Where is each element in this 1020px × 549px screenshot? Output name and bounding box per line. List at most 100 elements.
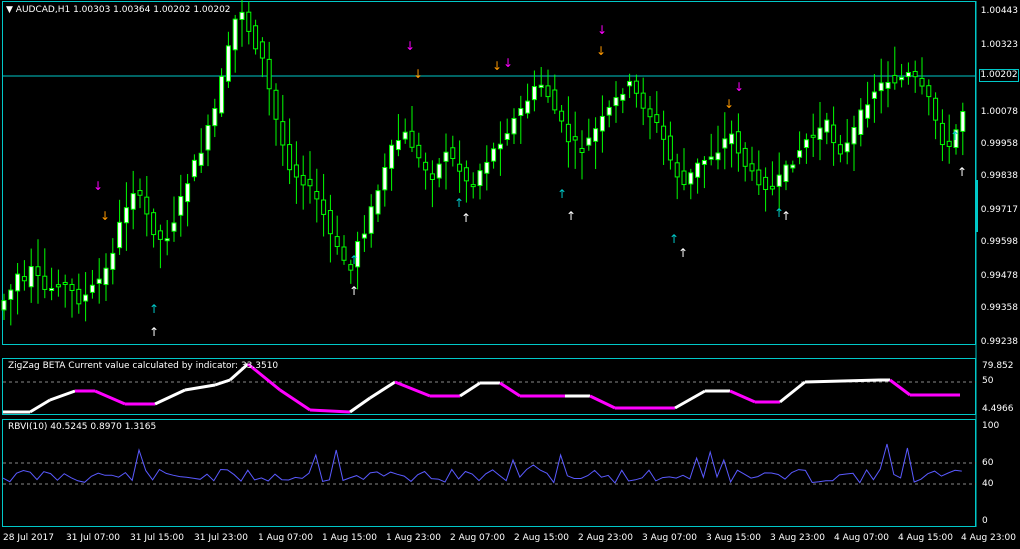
cyan-up-arrow-icon: ↑ [950,129,960,143]
bull-candle [844,142,850,153]
bear-candle [55,284,61,288]
white-up-arrow-icon: ↑ [349,284,359,298]
white-up-arrow-icon: ↑ [149,325,159,339]
bear-candle [756,169,762,186]
bull-candle [164,238,170,242]
bull-candle [225,45,231,82]
dropdown-arrow-icon[interactable]: ▼ [6,5,13,15]
time-tick-label: 1 Aug 15:00 [322,533,377,543]
bear-candle [749,163,755,172]
bull-candle [538,84,544,88]
time-tick-label: 1 Aug 07:00 [258,533,313,543]
zigzag-segment [154,388,186,406]
zigzag-segment [309,408,351,414]
bear-candle [763,176,769,190]
rbvi-title: RBVI(10) 40.5245 0.8970 1.3165 [8,422,157,432]
bull-candle [729,133,735,145]
magenta-down-arrow-icon: ↓ [597,23,607,37]
bear-candle [470,184,476,188]
zigzag-segment [94,389,126,406]
bull-candle [198,152,204,166]
bear-candle [769,185,775,190]
bull-candle [368,206,374,234]
bear-candle [42,275,48,290]
bull-candle [49,288,55,292]
bull-candle [722,138,728,149]
bear-candle [919,77,925,87]
bear-candle [416,144,422,159]
bear-candle [266,58,272,90]
bear-candle [280,121,286,146]
cyan-up-arrow-icon: ↑ [774,206,784,220]
zigzag-segment [394,380,431,398]
bear-candle [300,174,306,186]
bear-candle [457,163,463,172]
bear-candle [837,144,843,155]
bull-candle [504,133,510,140]
bear-candle [926,85,932,98]
price-tick-label: 1.00443 [980,6,1018,16]
bull-candle [776,174,782,187]
bull-candle [89,284,95,293]
rbvi-line [2,443,962,484]
bear-candle [76,288,82,305]
bull-candle [15,273,21,292]
bull-candle [878,82,884,92]
zigzag-segment [499,381,521,398]
price-tick-label: 0.99358 [980,303,1018,313]
bull-candle [219,75,225,114]
chart-canvas[interactable]: ↓↓↓↓↓↓↓↓↓↓↑↑↑ ↑↑↑↑↑↑↑↑↑↑↑ [0,0,1020,549]
bear-candle [429,173,435,180]
bear-candle [831,124,837,144]
bull-candle [599,115,605,132]
price-tick-label: 1.00323 [980,40,1018,50]
bear-candle [674,162,680,178]
zigzag-segment [589,394,616,410]
bull-candle [824,119,830,133]
zigzag-segment [349,396,371,414]
time-tick-label: 2 Aug 15:00 [514,533,569,543]
time-tick-label: 31 Jul 07:00 [66,533,120,543]
bear-candle [35,266,41,277]
orange-down-arrow-icon: ↓ [492,59,502,73]
bear-candle [69,284,75,292]
bear-candle [661,125,667,140]
price-tick-label: 0.99598 [980,237,1018,247]
bear-candle [579,147,585,154]
white-up-arrow-icon: ↑ [566,209,576,223]
bull-candle [960,111,966,132]
bull-candle [443,151,449,162]
chart-title: ▼ AUDCAD,H1 1.00303 1.00364 1.00202 1.00… [6,5,231,15]
time-tick-label: 2 Aug 23:00 [578,533,633,543]
bear-candle [144,196,150,215]
bull-candle [375,190,381,215]
bear-candle [933,97,939,121]
bull-candle [185,183,191,203]
bear-candle [21,276,27,282]
bear-candle [647,108,653,118]
bear-candle [654,114,660,124]
bull-candle [613,97,619,107]
bear-candle [681,170,687,186]
bull-candle [701,159,707,165]
bear-candle [253,25,259,50]
magenta-down-arrow-icon: ↓ [405,39,415,53]
bear-candle [633,80,639,94]
bear-candle [341,246,347,261]
orange-down-arrow-icon: ↓ [413,67,423,81]
white-up-arrow-icon: ↑ [678,246,688,260]
time-tick-label: 31 Jul 15:00 [130,533,184,543]
bull-candle [395,140,401,151]
zigzag-tick-label: 79.852 [982,361,1014,371]
zigzag-tick-label: 50 [982,376,994,386]
rbvi-tick-label: 100 [982,421,1000,431]
bull-candle [905,72,911,78]
bull-candle [620,93,626,101]
current-price-label: 1.00202 [979,69,1019,82]
bull-candle [178,196,184,216]
bear-candle [334,236,340,248]
bull-candle [436,163,442,179]
bear-candle [314,191,320,200]
bear-candle [735,131,741,154]
bear-candle [246,11,252,32]
